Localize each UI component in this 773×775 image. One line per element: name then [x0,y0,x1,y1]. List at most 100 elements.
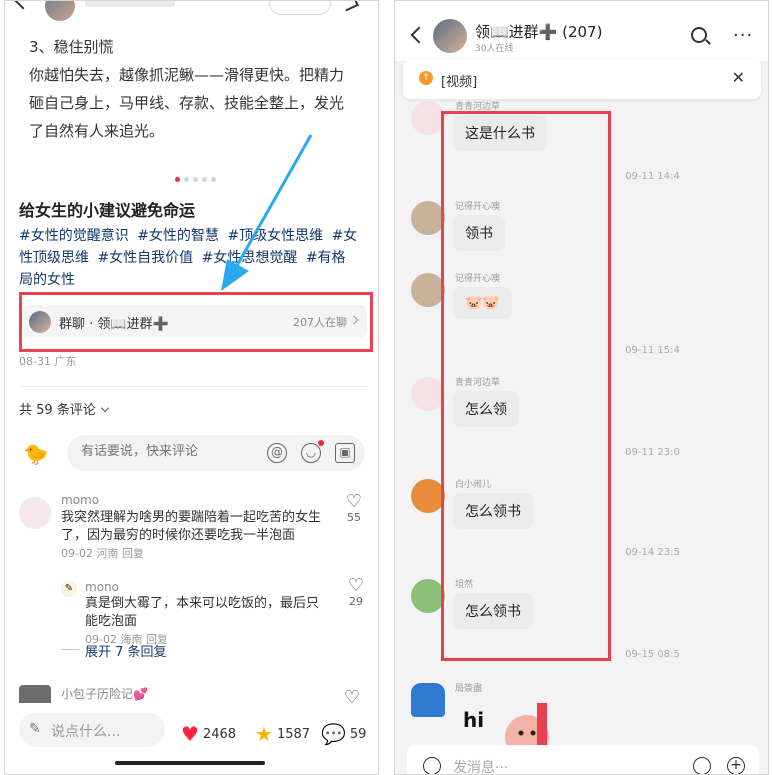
post-body-line: 了自然有人来追光。 [29,122,165,140]
say-placeholder: 说点什么... [51,724,121,740]
expand-replies-link[interactable]: 展开 7 条回复 [85,641,167,660]
sender-avatar[interactable] [411,377,445,411]
author-avatar[interactable] [45,1,75,21]
carousel-dot [211,177,216,182]
highlight-box [19,292,373,352]
notification-dot [318,440,324,446]
sender-name: 局簽盡 [455,684,483,694]
sender-avatar[interactable] [411,683,445,717]
like-count: 2468 [202,727,237,742]
post-date-location: 08-31 广东 [19,355,77,368]
post-body-line: 砸自己身上，马甲线、存款、技能全整上，发光 [29,94,345,112]
comment-body: 我突然理解为啥男的要踹陪着一起吃苦的女生了，因为最穷的时候你还要吃我一半泡面 [61,510,322,543]
collect-button[interactable]: ★ 1587 [255,719,311,746]
hashtag[interactable]: #女性自我价值 [97,250,193,266]
heart-icon: ♡ [345,491,363,512]
image-icon[interactable]: ▣ [335,443,355,463]
panel-gap [380,0,393,775]
pinned-message[interactable]: ↑ [视频] ✕ [403,59,761,99]
replier-name[interactable]: mono [85,580,119,594]
carousel-dots [175,177,216,182]
commenter-name[interactable]: 小包子历险记💕 [61,685,148,702]
comment-bubble-icon: 💬 [321,722,346,746]
comments-total-label: 共 59 条评论 [19,403,96,418]
post-body-line: 3、稳住别慌 [29,38,114,56]
pinned-text: [视频] [441,75,478,90]
star-count: 1587 [276,727,311,742]
sender-avatar[interactable] [411,201,445,235]
chevron-down-icon [100,403,110,413]
comment-meta[interactable]: 09-02 河南 回复 [61,547,144,560]
pen-icon: ✎ [29,721,41,737]
chat-title: 领📖进群➕ (207) [475,23,603,41]
post-title: 给女生的小建议避免命运 [19,201,196,220]
group-avatar[interactable] [433,19,467,53]
mention-icon[interactable]: @ [267,443,287,463]
post-detail-panel: 3、稳住别慌 你越怕失去，越像抓泥鳅——滑得更快。把精力 砸自己身上，马甲线、存… [4,0,379,775]
commenter-name[interactable]: momo [61,493,99,507]
share-icon[interactable] [341,1,359,12]
reply-like[interactable]: ♡ 29 [345,575,367,609]
home-indicator [115,761,265,765]
comment-like[interactable]: ♡ 55 [343,491,365,525]
post-body-line: 你越怕失去，越像抓泥鳅——滑得更快。把精力 [29,66,345,84]
commenter-avatar[interactable] [19,497,51,529]
emoji-icon[interactable]: ◡ [301,440,324,463]
carousel-dot [202,177,207,182]
carousel-dot [184,177,189,182]
reply-like-count: 29 [349,595,363,608]
online-count: 30人在线 [475,44,514,54]
hashtag[interactable]: #女性的觉醒意识 [19,228,129,244]
post-tags: #女性的觉醒意识 #女性的智慧 #顶级女性思维 #女性顶级思维 #女性自我价值 … [19,225,359,291]
divider [61,649,79,650]
sticker-text: hi [463,708,484,732]
comment-text: 我突然理解为啥男的要踹陪着一起吃苦的女生了，因为最穷的时候你还要吃我一半泡面 0… [61,509,341,563]
post-body: 3、稳住别慌 你越怕失去，越像抓泥鳅——滑得更快。把精力 砸自己身上，马甲线、存… [29,33,359,145]
carousel-dot-active [175,177,180,182]
commenter-avatar[interactable] [19,685,51,703]
plus-icon[interactable]: + [727,757,745,774]
sender-avatar[interactable] [411,579,445,613]
reply-body: 真是倒大霉了，本来可以吃饭的，最后只能吃泡面 [85,596,320,629]
hashtag[interactable]: #女性思想觉醒 [202,250,298,266]
divider [19,386,367,387]
hashtag[interactable]: #女性的智慧 [137,228,219,244]
like-button[interactable]: ♥ 2468 [181,719,237,746]
pin-icon: ↑ [419,71,433,85]
sender-avatar[interactable] [411,273,445,307]
post-header [5,1,378,23]
chat-input[interactable]: 发消息··· [453,757,508,774]
group-chat-panel: 领📖进群➕ (207) 30人在线 ··· ↑ [视频] ✕ 青青河边草 这是什… [394,0,769,775]
search-icon[interactable] [691,27,707,43]
comment-count: 59 [349,727,367,742]
back-icon[interactable] [14,1,32,10]
hashtag[interactable]: #顶级女性思维 [227,228,323,244]
comment-like-count: 55 [347,511,361,524]
comment-button[interactable]: 💬 59 [321,719,367,746]
sticker-graphic: hi [463,703,549,759]
author-name[interactable] [85,1,175,7]
close-icon[interactable]: ✕ [732,68,745,87]
chat-input-bar: 发消息··· + [407,745,759,774]
follow-button[interactable] [269,1,331,15]
voice-icon[interactable] [423,757,441,774]
replier-avatar[interactable]: ✎ [61,581,77,597]
star-icon: ★ [255,722,273,746]
chat-header: 领📖进群➕ (207) 30人在线 ··· [395,1,768,61]
heart-icon: ♡ [347,575,365,596]
screenshot-root: 3、稳住别慌 你越怕失去，越像抓泥鳅——滑得更快。把精力 砸自己身上，马甲线、存… [0,0,773,775]
comment-input-box[interactable]: @ ◡ ▣ [67,435,365,471]
back-icon[interactable] [410,26,428,44]
more-icon[interactable]: ··· [733,25,753,46]
my-avatar: 🐤 [23,442,49,466]
comments-total[interactable]: 共 59 条评论 [19,399,110,418]
say-something-input[interactable]: ✎ 说点什么... [19,713,165,747]
carousel-dot [193,177,198,182]
sender-avatar[interactable] [411,101,445,135]
emoji-icon[interactable] [693,757,711,774]
sender-avatar[interactable] [411,479,445,513]
comment-input[interactable] [81,444,251,459]
sticker-image[interactable]: hi [457,699,567,759]
highlight-box [441,111,611,661]
heart-filled-icon: ♥ [181,722,199,746]
